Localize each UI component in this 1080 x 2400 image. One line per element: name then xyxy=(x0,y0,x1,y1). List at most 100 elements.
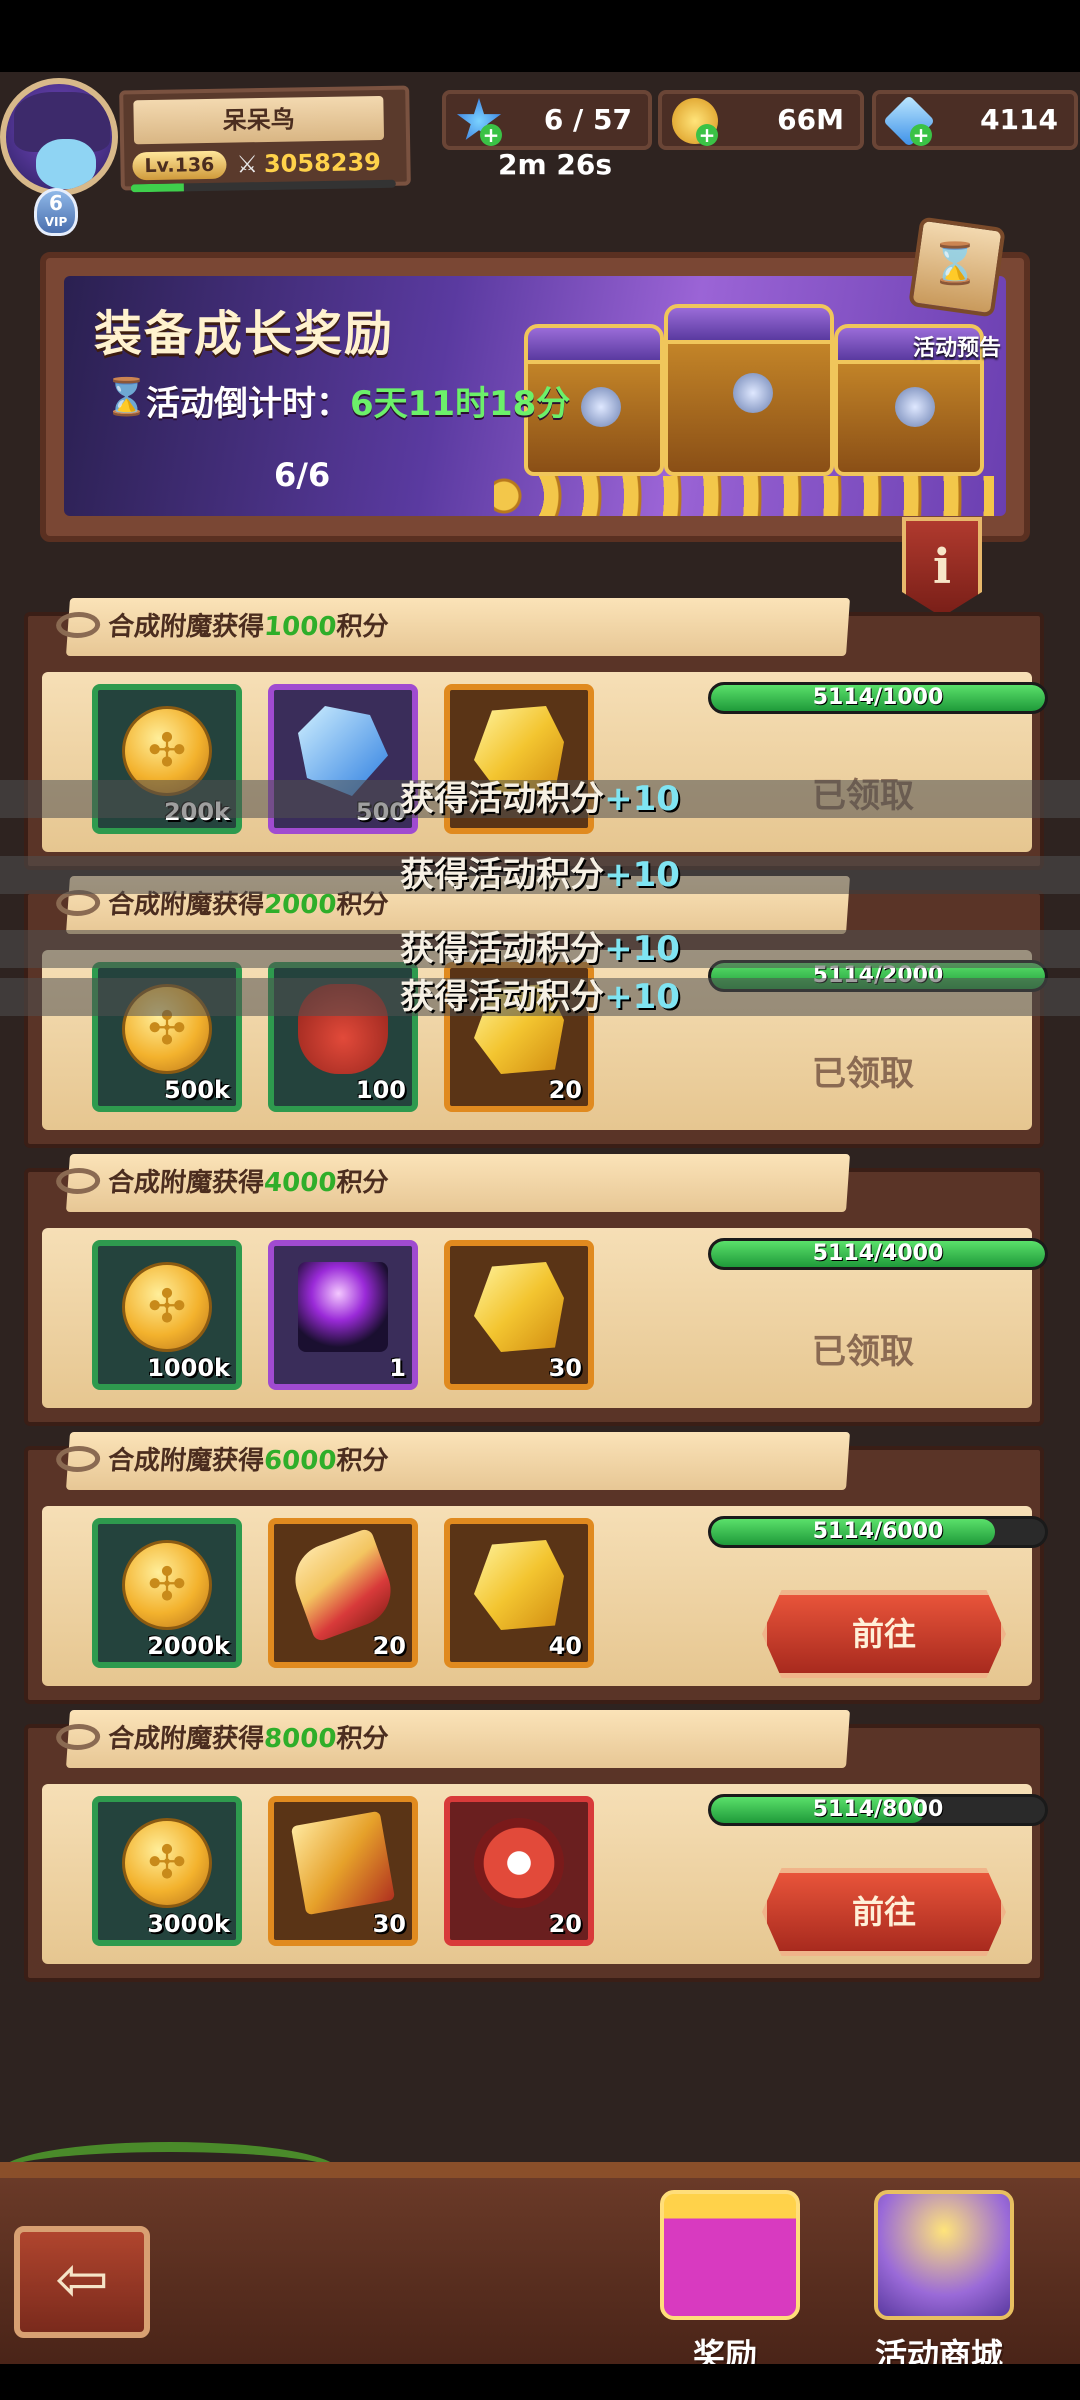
event-countdown: 活动倒计时：6天11时18分 xyxy=(146,376,570,425)
toast-text: 获得活动积分 xyxy=(400,855,605,895)
reward-item-slot[interactable]: 40 xyxy=(444,1518,594,1668)
combat-power-value: 3058239 xyxy=(263,147,382,179)
item-count: 2000k xyxy=(147,1632,230,1660)
item-count: 3000k xyxy=(147,1910,230,1938)
points-toast: 获得活动积分+10 xyxy=(0,780,1080,818)
reward-item-slot[interactable]: 3000k xyxy=(92,1796,242,1946)
item-count: 500k xyxy=(163,1076,230,1104)
game-screen: 6 VIP 呆呆鸟 Lv.136 ⚔ 3058239 + 6 / 57 2m 26… xyxy=(0,72,1080,2364)
item-count: 30 xyxy=(372,1910,406,1938)
add-gold-icon[interactable]: + xyxy=(696,124,718,146)
progress-text: 5114/4000 xyxy=(812,1241,944,1266)
reward-item-slot[interactable]: 2000k xyxy=(92,1518,242,1668)
rose-scroll-icon xyxy=(285,1527,401,1643)
event-preview-button[interactable]: ⌛ 活动预告 xyxy=(892,216,1022,382)
toast-plus: +10 xyxy=(604,977,680,1017)
event-shop-tab[interactable]: 活动商城 xyxy=(854,2190,1024,2364)
reward-item-slot[interactable]: 20 xyxy=(268,1518,418,1668)
gold-coin-icon xyxy=(122,1540,212,1630)
row-points: 4000 xyxy=(262,1168,338,1198)
vip-badge[interactable]: 6 VIP xyxy=(34,188,78,236)
row-points: 2000 xyxy=(262,890,338,920)
row-points: 6000 xyxy=(262,1446,338,1476)
gem-counter[interactable]: + 4114 xyxy=(872,90,1078,150)
gold-coin-icon xyxy=(122,1818,212,1908)
row-points: 1000 xyxy=(262,612,338,642)
vip-label: VIP xyxy=(44,215,68,229)
go-button[interactable]: 前往 xyxy=(762,1868,1006,1956)
toast-text: 获得活动积分 xyxy=(400,929,605,969)
item-count: 1000k xyxy=(147,1354,230,1382)
item-count: 20 xyxy=(548,1076,582,1104)
info-button[interactable]: i xyxy=(902,517,982,617)
add-stamina-icon[interactable]: + xyxy=(480,124,502,146)
stamina-value: 6 / 57 xyxy=(543,103,632,136)
item-count: 1 xyxy=(389,1354,406,1382)
event-title: 装备成长奖励 xyxy=(94,306,395,362)
player-name: 呆呆鸟 xyxy=(133,95,385,145)
toast-text: 获得活动积分 xyxy=(400,779,605,819)
banner-art: 装备成长奖励 ⌛ 活动倒计时：6天11时18分 6/6 xyxy=(64,276,1006,516)
reward-row: 合成附魔获得8000积分 3000k 30 20 5114/8000 前往 xyxy=(24,1710,1048,1982)
reward-item-slot[interactable]: 30 xyxy=(444,1240,594,1390)
reward-tab-label: 奖励 xyxy=(692,2336,757,2364)
countdown-value: 6天11时18分 xyxy=(350,384,571,424)
progress-bar: 5114/8000 xyxy=(708,1794,1048,1826)
row-points: 8000 xyxy=(262,1724,338,1754)
stamina-counter[interactable]: + 6 / 57 xyxy=(442,90,652,150)
crossed-swords-icon: ⚔ xyxy=(236,150,259,179)
add-gem-icon[interactable]: + xyxy=(910,124,932,146)
row-title-suffix: 积分 xyxy=(335,890,390,920)
event-banner: 装备成长奖励 ⌛ 活动倒计时：6天11时18分 6/6 xyxy=(40,252,1030,542)
progress-bar: 5114/1000 xyxy=(708,682,1048,714)
progress-text: 5114/8000 xyxy=(812,1797,944,1822)
row-title: 合成附魔获得1000积分 xyxy=(55,598,851,656)
toast-text: 获得活动积分 xyxy=(400,977,605,1017)
rope-icon xyxy=(55,1168,102,1194)
combat-power: ⚔ 3058239 xyxy=(236,146,381,181)
player-level: Lv.136 xyxy=(132,150,227,181)
reward-row: 合成附魔获得1000积分 200k 500 5114/1000 已领取 xyxy=(24,598,1048,870)
reward-item-slot[interactable]: 20 xyxy=(444,1796,594,1946)
gold-ore-icon xyxy=(474,1262,564,1352)
reward-item-slot[interactable]: 30 xyxy=(268,1796,418,1946)
progress-bar: 5114/6000 xyxy=(708,1516,1048,1548)
go-button[interactable]: 前往 xyxy=(762,1590,1006,1678)
claimed-label: 已领取 xyxy=(812,1332,914,1372)
row-title-prefix: 合成附魔获得 xyxy=(106,1446,266,1476)
avatar-portrait xyxy=(0,78,118,196)
paw-badge-icon xyxy=(474,1818,564,1908)
item-count: 20 xyxy=(372,1632,406,1660)
xp-bar xyxy=(130,179,396,193)
points-toast: 获得活动积分+10 xyxy=(0,930,1080,968)
gold-value: 66M xyxy=(777,103,844,136)
row-title-prefix: 合成附魔获得 xyxy=(106,612,266,642)
reward-item-slot[interactable]: 1 xyxy=(268,1240,418,1390)
row-title-prefix: 合成附魔获得 xyxy=(106,890,266,920)
magic-wand-icon xyxy=(298,1262,388,1352)
gold-counter[interactable]: + 66M xyxy=(658,90,864,150)
claimed-label: 已领取 xyxy=(812,1054,914,1094)
coin-pile xyxy=(494,476,994,516)
treasure-chest-icon xyxy=(664,304,834,476)
gem-value: 4114 xyxy=(980,103,1058,136)
row-title: 合成附魔获得4000积分 xyxy=(55,1154,851,1212)
progress-bar: 5114/4000 xyxy=(708,1238,1048,1270)
progress-text: 5114/6000 xyxy=(812,1519,944,1544)
hourglass-icon: ⌛ xyxy=(104,377,149,418)
rope-icon xyxy=(55,1446,102,1472)
item-count: 100 xyxy=(355,1076,406,1104)
toast-plus: +10 xyxy=(604,779,680,819)
row-title-suffix: 积分 xyxy=(335,1446,390,1476)
points-toast: 获得活动积分+10 xyxy=(0,978,1080,1016)
back-button[interactable]: ⇦ xyxy=(14,2226,150,2338)
row-body: 200k 500 5114/1000 已领取 xyxy=(42,672,1048,852)
row-title-prefix: 合成附魔获得 xyxy=(106,1724,266,1754)
reward-item-slot[interactable]: 1000k xyxy=(92,1240,242,1390)
player-avatar[interactable]: 6 VIP xyxy=(0,78,120,236)
gold-coin-icon xyxy=(122,1262,212,1352)
avatar-face xyxy=(36,139,96,189)
reward-tab[interactable]: 奖励 xyxy=(640,2190,810,2364)
gold-ore-icon xyxy=(474,1540,564,1630)
row-title: 合成附魔获得8000积分 xyxy=(55,1710,851,1768)
